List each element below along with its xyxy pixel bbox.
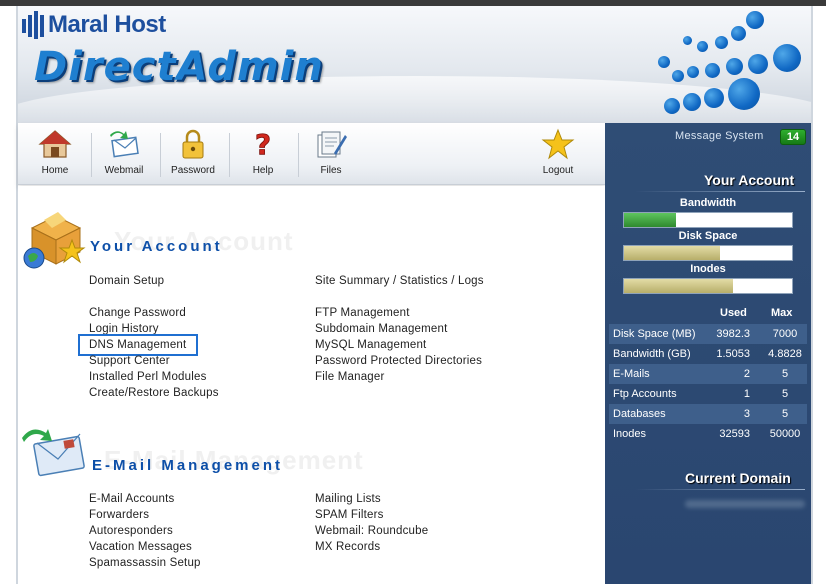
stat-name: E-Mails (613, 368, 650, 380)
divider (635, 489, 805, 490)
disk-space-meter-label: Disk Space (678, 230, 738, 242)
decorative-bubbles (628, 6, 811, 123)
frame-right (811, 6, 813, 584)
divider (635, 191, 805, 192)
link-spam-filters[interactable]: SPAM Filters (315, 509, 384, 521)
message-system[interactable]: Message System 14 (605, 127, 811, 147)
stats-row: Bandwidth (GB) 1.5053 4.8828 (609, 344, 807, 364)
stat-max: 5 (781, 368, 789, 380)
stat-name: Inodes (613, 428, 647, 440)
stat-used: 1 (743, 388, 750, 400)
usage-stats-table: Disk Space (MB) 3982.3 7000 Bandwidth (GB)… (609, 324, 807, 444)
link-site-summary[interactable]: Site Summary / Statistics / Logs (315, 275, 484, 287)
app-title: DirectAdmin (34, 44, 324, 90)
stat-used: 1.5053 (716, 348, 750, 360)
toolbar-logout-button[interactable]: Logout (524, 127, 592, 183)
message-count-badge[interactable]: 14 (780, 129, 806, 145)
brand-mark-icon (22, 11, 44, 39)
max-column-header: Max (771, 307, 793, 319)
inodes-meter-label: Inodes (690, 263, 726, 275)
inodes-meter (623, 278, 793, 294)
link-mysql-management[interactable]: MySQL Management (315, 339, 426, 351)
link-ftp-management[interactable]: FTP Management (315, 307, 410, 319)
stats-row: Disk Space (MB) 3982.3 7000 (609, 324, 807, 344)
link-password-protected-directories[interactable]: Password Protected Directories (315, 355, 482, 367)
bandwidth-meter-label: Bandwidth (679, 197, 737, 209)
link-subdomain-management[interactable]: Subdomain Management (315, 323, 448, 335)
disk-space-meter-fill (624, 246, 720, 260)
link-spamassassin-setup[interactable]: Spamassassin Setup (89, 557, 201, 569)
dns-management-highlight (78, 334, 198, 356)
link-installed-perl-modules[interactable]: Installed Perl Modules (89, 371, 207, 383)
current-domain-title: Current Domain (685, 470, 791, 486)
current-domain-value[interactable] (685, 500, 805, 508)
link-email-accounts[interactable]: E-Mail Accounts (89, 493, 174, 505)
link-mx-records[interactable]: MX Records (315, 541, 380, 553)
stat-max: 7000 (772, 328, 798, 340)
stats-row: Ftp Accounts 1 5 (609, 384, 807, 404)
stats-row: Databases 3 5 (609, 404, 807, 424)
inodes-meter-fill (624, 279, 734, 293)
toolbar-home-label: Home (41, 165, 69, 176)
stat-used: 32593 (719, 428, 750, 440)
link-domain-setup[interactable]: Domain Setup (89, 275, 164, 287)
link-autoresponders[interactable]: Autoresponders (89, 525, 173, 537)
stat-used: 2 (743, 368, 750, 380)
toolbar-help-label: Help (252, 165, 274, 176)
toolbar-logout-label: Logout (542, 165, 574, 176)
your-account-heading: Your Account (90, 238, 223, 255)
stat-name: Ftp Accounts (613, 388, 677, 400)
link-file-manager[interactable]: File Manager (315, 371, 385, 383)
bandwidth-meter-fill (624, 213, 677, 227)
sidebar-your-account-title: Your Account (704, 172, 795, 188)
stat-max: 50000 (769, 428, 801, 440)
link-change-password[interactable]: Change Password (89, 307, 186, 319)
stats-header: Used Max (605, 304, 811, 324)
toolbar-webmail-button[interactable]: Webmail (90, 127, 158, 183)
email-management-heading: E-Mail Management (92, 457, 284, 474)
link-mailing-lists[interactable]: Mailing Lists (315, 493, 381, 505)
stat-name: Databases (613, 408, 666, 420)
brand-name: Maral Host (48, 11, 166, 38)
webmail-icon (90, 127, 158, 161)
toolbar-password-button[interactable]: Password (159, 127, 227, 183)
link-vacation-messages[interactable]: Vacation Messages (89, 541, 192, 553)
toolbar-help-button[interactable]: ? Help (229, 127, 297, 183)
star-icon (524, 127, 592, 161)
home-icon (21, 127, 89, 161)
svg-text:?: ? (255, 128, 271, 160)
header: Maral Host DirectAdmin (18, 6, 811, 123)
main-content: Your Account Your Account Domain Setup C… (18, 186, 605, 584)
toolbar-webmail-label: Webmail (104, 165, 144, 176)
message-system-label: Message System (675, 130, 764, 142)
stats-row: Inodes 32593 50000 (609, 424, 807, 444)
files-icon (297, 127, 365, 161)
toolbar-files-label: Files (320, 165, 342, 176)
your-account-icon (20, 206, 90, 270)
stat-name: Bandwidth (GB) (613, 348, 691, 360)
link-support-center[interactable]: Support Center (89, 355, 170, 367)
stats-row: E-Mails 2 5 (609, 364, 807, 384)
toolbar-home-button[interactable]: Home (21, 127, 89, 183)
link-create-restore-backups[interactable]: Create/Restore Backups (89, 387, 219, 399)
account-sidebar: Message System 14 Your Account Bandwidth… (605, 123, 811, 584)
stat-used: 3982.3 (716, 328, 750, 340)
stat-max: 5 (781, 408, 789, 420)
brand-logo[interactable]: Maral Host (22, 11, 166, 39)
stat-max: 4.8828 (768, 348, 802, 360)
stat-max: 5 (781, 388, 789, 400)
disk-space-meter (623, 245, 793, 261)
lock-icon (159, 127, 227, 161)
help-icon: ? (229, 127, 297, 161)
link-forwarders[interactable]: Forwarders (89, 509, 149, 521)
email-management-icon (20, 426, 90, 482)
toolbar: Home Webmail Password ? Help Files Logou… (18, 123, 605, 185)
stat-used: 3 (743, 408, 750, 420)
stat-name: Disk Space (MB) (613, 328, 696, 340)
bandwidth-meter (623, 212, 793, 228)
used-column-header: Used (720, 307, 747, 319)
link-webmail-roundcube[interactable]: Webmail: Roundcube (315, 525, 428, 537)
toolbar-password-label: Password (171, 165, 215, 176)
toolbar-files-button[interactable]: Files (297, 127, 365, 183)
